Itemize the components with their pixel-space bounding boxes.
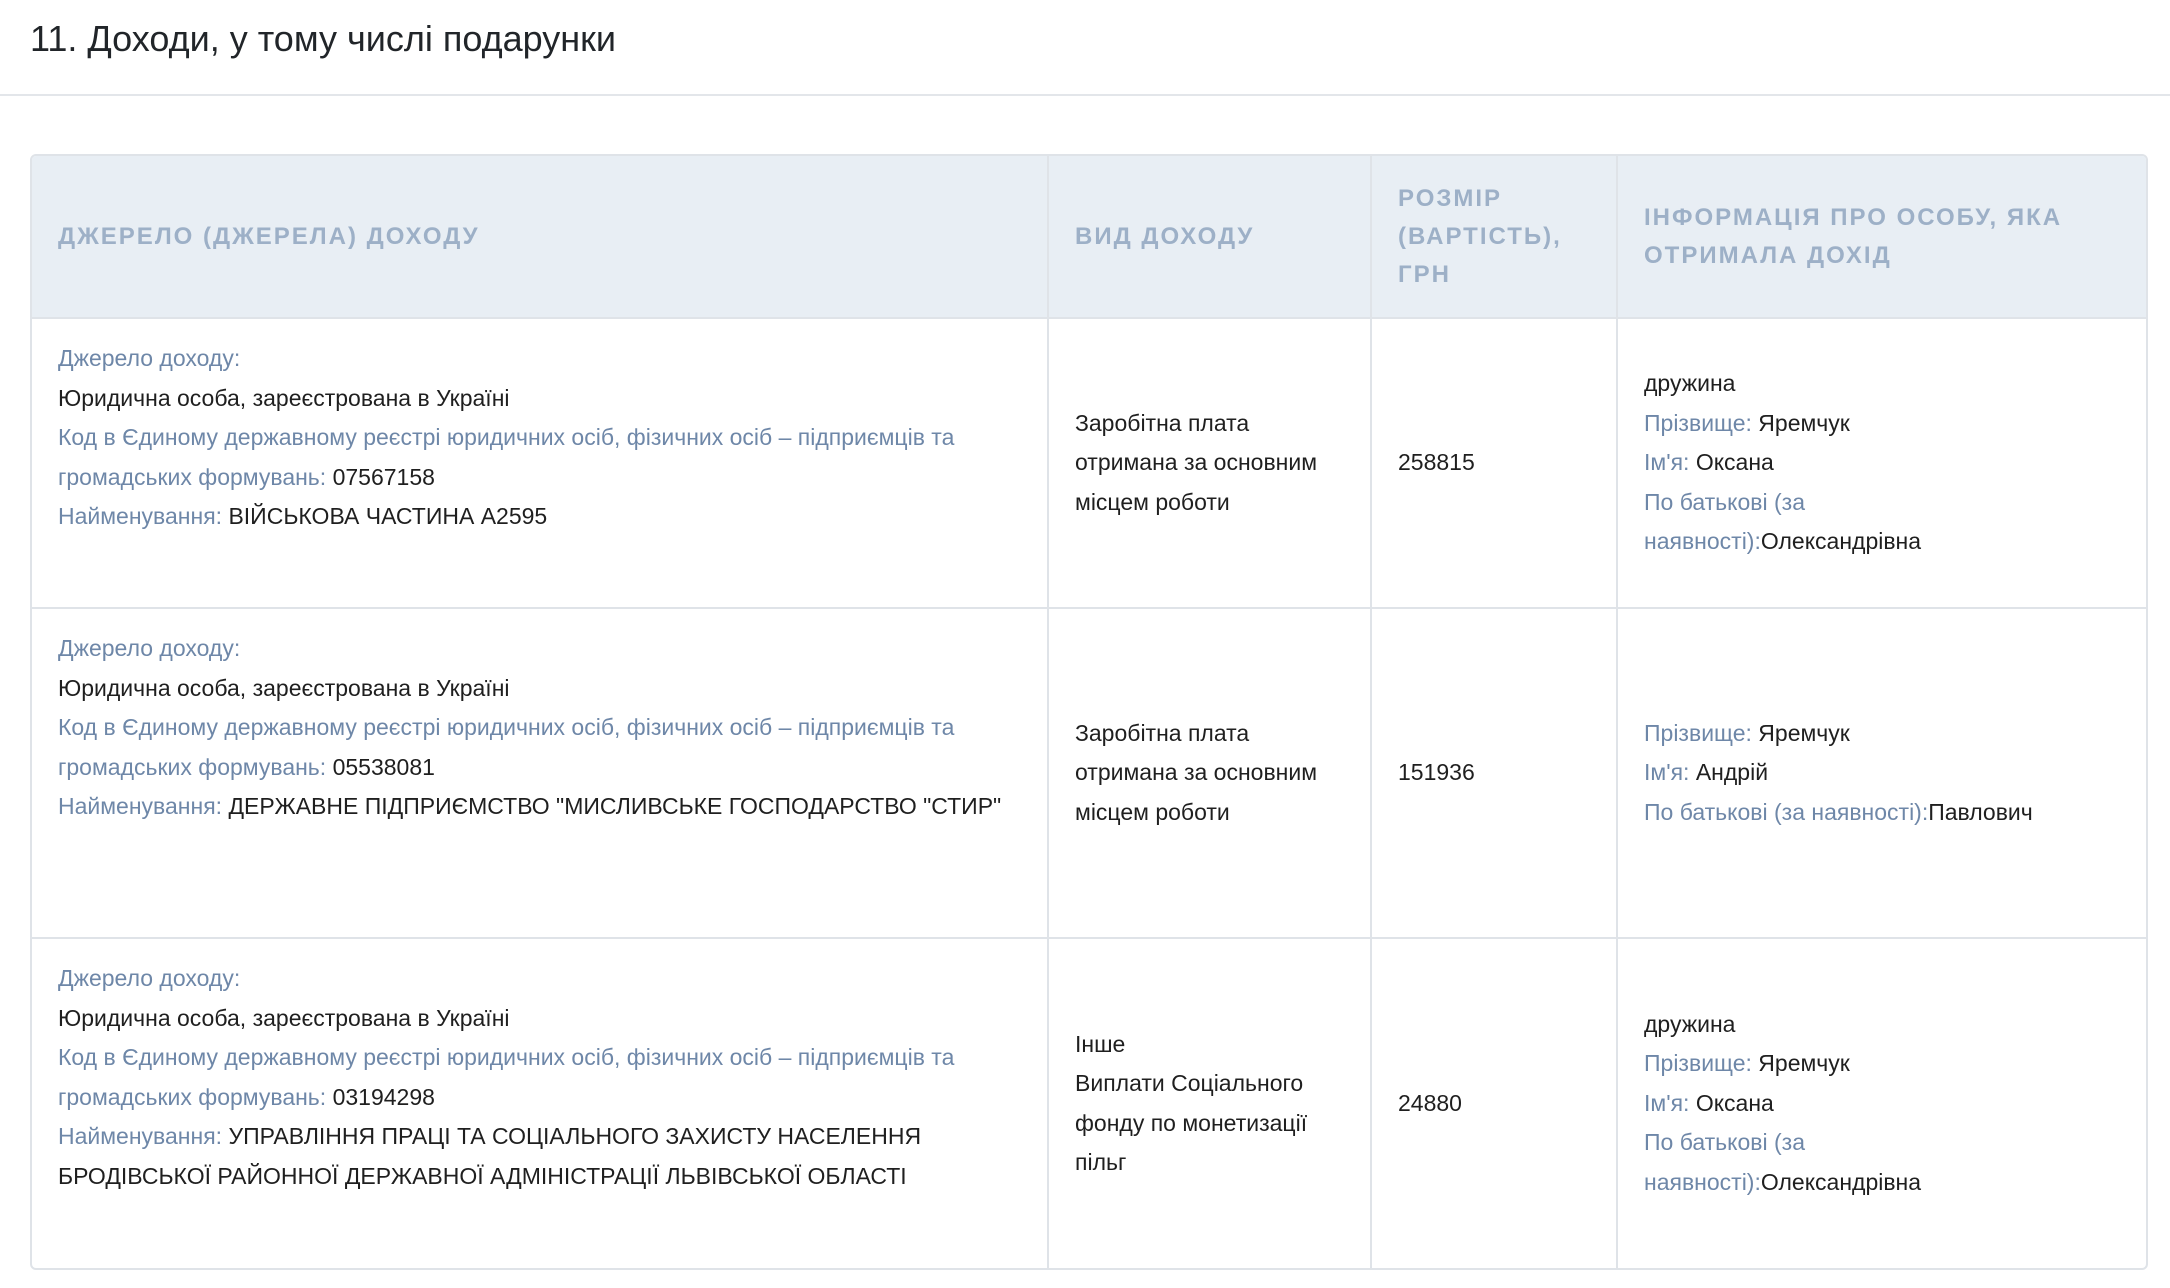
income-table-card: Джерело (джерела) доходу Вид доходу Розм… [30, 154, 2148, 1270]
surname-label: Прізвище: [1644, 719, 1752, 746]
surname-label: Прізвище: [1644, 409, 1752, 436]
amount-cell: 24880 [1371, 938, 1618, 1268]
name-value: ДЕРЖАВНЕ ПІДПРИЄМСТВО "МИСЛИВСЬКЕ ГОСПОД… [228, 793, 1002, 819]
source-type: Юридична особа, зареєстрована в Україні [58, 674, 510, 701]
income-type-value: Виплати Соціального фонду по монетизації… [1075, 1070, 1308, 1175]
name-label: Найменування: [58, 793, 223, 819]
table-row: Джерело доходу: Юридична особа, зареєстр… [32, 318, 2146, 609]
code-value: 07567158 [332, 463, 435, 490]
source-type: Юридична особа, зареєстрована в Україні [58, 1004, 510, 1031]
income-type-category: Інше [1075, 1030, 1126, 1057]
source-type: Юридична особа, зареєстрована в Україні [58, 384, 510, 411]
income-type-cell: Заробітна плата отримана за основним міс… [1048, 318, 1372, 609]
income-type-value: Заробітна плата отримана за основним міс… [1075, 409, 1318, 515]
name-label: Найменування: [58, 503, 223, 529]
first-name-value: Андрій [1695, 759, 1769, 786]
surname-value: Яремчук [1758, 719, 1850, 746]
section-header: 11. Доходи, у тому числі подарунки [0, 0, 2170, 96]
income-type-value: Заробітна плата отримана за основним міс… [1075, 719, 1318, 825]
surname-value: Яремчук [1758, 1050, 1850, 1077]
source-label: Джерело доходу: [58, 965, 241, 991]
source-cell: Джерело доходу: Юридична особа, зареєстр… [32, 318, 1049, 609]
first-name-value: Оксана [1695, 1089, 1774, 1116]
amount-cell: 151936 [1371, 608, 1618, 939]
recipient-cell: дружина Прізвище: Яремчук Ім'я: Оксана П… [1617, 318, 2146, 609]
header-source: Джерело (джерела) доходу [32, 156, 1049, 319]
first-name-label: Ім'я: [1644, 449, 1690, 476]
code-label: Код в Єдиному державному реєстрі юридичн… [58, 714, 955, 780]
header-recipient: Інформація про особу, яка отримала дохід [1617, 156, 2146, 319]
surname-value: Яремчук [1758, 409, 1850, 436]
table-row: Джерело доходу: Юридична особа, зареєстр… [32, 938, 2146, 1268]
income-table: Джерело (джерела) доходу Вид доходу Розм… [32, 156, 2146, 1268]
name-value: ВІЙСЬКОВА ЧАСТИНА А2595 [228, 503, 548, 529]
relation-value: дружина [1644, 370, 1736, 397]
surname-label: Прізвище: [1644, 1050, 1752, 1077]
code-label: Код в Єдиному державному реєстрі юридичн… [58, 424, 955, 490]
relation-value: дружина [1644, 1010, 1736, 1037]
recipient-cell: Прізвище: Яремчук Ім'я: Андрій По батько… [1617, 608, 2146, 939]
patronymic-value: Олександрівна [1760, 1168, 1922, 1195]
patronymic-label: По батькові (за наявності): [1644, 798, 1929, 825]
source-label: Джерело доходу: [58, 635, 241, 661]
first-name-label: Ім'я: [1644, 759, 1690, 786]
income-type-cell: Заробітна плата отримана за основним міс… [1048, 608, 1372, 939]
code-value: 03194298 [332, 1083, 435, 1110]
source-cell: Джерело доходу: Юридична особа, зареєстр… [32, 608, 1049, 939]
amount-value: 24880 [1398, 1089, 1462, 1116]
source-label: Джерело доходу: [58, 345, 241, 371]
table-row: Джерело доходу: Юридична особа, зареєстр… [32, 608, 2146, 939]
amount-value: 151936 [1398, 759, 1475, 786]
recipient-cell: дружина Прізвище: Яремчук Ім'я: Оксана П… [1617, 938, 2146, 1268]
header-income-type: Вид доходу [1048, 156, 1372, 319]
patronymic-value: Олександрівна [1760, 528, 1922, 555]
amount-value: 258815 [1398, 449, 1475, 476]
table-header: Джерело (джерела) доходу Вид доходу Розм… [32, 156, 2146, 319]
first-name-value: Оксана [1695, 449, 1774, 476]
code-label: Код в Єдиному державному реєстрі юридичн… [58, 1044, 955, 1110]
patronymic-value: Павлович [1928, 798, 2033, 825]
first-name-label: Ім'я: [1644, 1089, 1690, 1116]
code-value: 05538081 [332, 753, 435, 780]
source-cell: Джерело доходу: Юридична особа, зареєстр… [32, 938, 1049, 1268]
income-type-cell: Інше Виплати Соціального фонду по монети… [1048, 938, 1372, 1268]
amount-cell: 258815 [1371, 318, 1618, 609]
header-amount: Розмір (вартість), грн [1371, 156, 1618, 319]
name-label: Найменування: [58, 1123, 223, 1149]
page-title: 11. Доходи, у тому числі подарунки [30, 18, 616, 59]
